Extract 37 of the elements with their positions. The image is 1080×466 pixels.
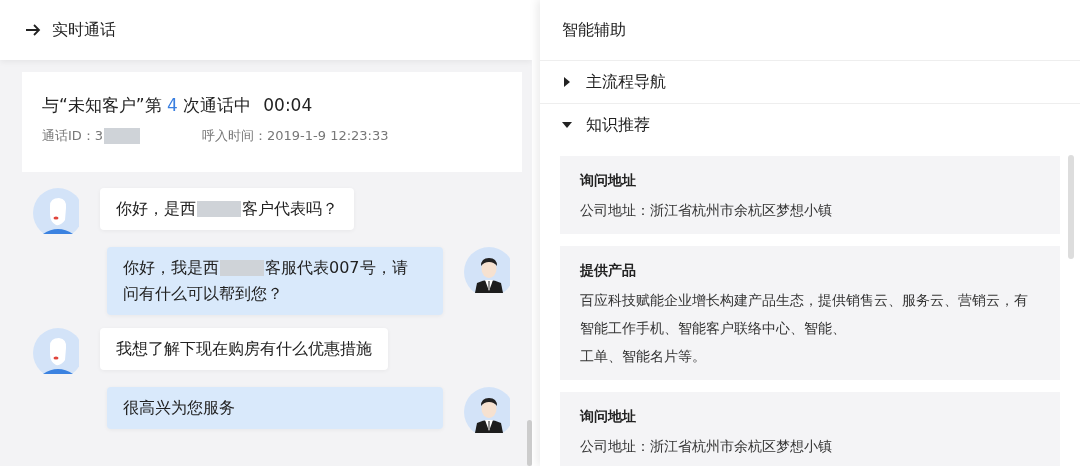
customer-avatar <box>33 328 79 374</box>
agent-avatar <box>464 387 510 433</box>
customer-avatar <box>33 188 79 234</box>
incoming-time: 呼入时间：2019-1-9 12:23:33 <box>202 127 389 145</box>
message-text: 你好，是西 <box>116 198 196 220</box>
panel-title: 实时通话 <box>52 19 116 41</box>
card-title: 询问地址 <box>580 171 637 190</box>
scrollbar-thumb[interactable] <box>527 420 532 466</box>
message-text: 客户代表吗？ <box>242 198 338 220</box>
call-duration: 00:04 <box>263 95 313 115</box>
section-header[interactable]: 知识推荐 <box>540 104 1080 146</box>
message-text: 我想了解下现在购房有什么优惠措施 <box>116 338 372 360</box>
message-text: 问有什么可以帮到您？ <box>123 283 283 305</box>
scrollbar-thumb[interactable] <box>1068 155 1074 259</box>
card-title: 提供产品 <box>580 261 637 280</box>
message-text: 你好，我是西 <box>123 257 219 279</box>
knowledge-card[interactable]: 询问地址 公司地址：浙江省杭州市余杭区梦想小镇 <box>560 156 1060 234</box>
section-title: 主流程导航 <box>586 71 666 93</box>
redaction-block <box>197 201 241 217</box>
message-text: 很高兴为您服务 <box>123 397 235 419</box>
call-status-text: 与“未知客户”第 4 次通话中 <box>42 94 252 117</box>
knowledge-card[interactable]: 提供产品 百应科技赋能企业增长构建产品生态，提供销售云、服务云、营销云，有智能工作手机、智能客户联络中心、智能、 工单、智能名片等。 <box>560 246 1060 380</box>
panel-title: 智能辅助 <box>562 19 626 41</box>
caret-icon <box>562 120 572 130</box>
card-text: 工单、智能名片等。 <box>580 347 707 366</box>
card-text: 公司地址：浙江省杭州市余杭区梦想小镇 <box>580 437 833 456</box>
caret-icon <box>562 77 572 87</box>
card-text: 公司地址：浙江省杭州市余杭区梦想小镇 <box>580 201 833 220</box>
card-title: 询问地址 <box>580 407 637 426</box>
call-id: 通话ID：3 <box>42 127 104 145</box>
knowledge-card[interactable]: 询问地址 公司地址：浙江省杭州市余杭区梦想小镇 <box>560 392 1060 466</box>
section-title: 知识推荐 <box>586 114 650 136</box>
card-text: 百应科技赋能企业增长构建产品生态，提供销售云、服务云、营销云，有智能工作手机、智能客户联络中心、智能、 <box>580 291 1029 338</box>
section-header[interactable]: 主流程导航 <box>540 61 1080 103</box>
agent-avatar <box>464 247 510 293</box>
redaction-block <box>220 260 264 276</box>
message-text: 客服代表007号，请 <box>265 257 408 279</box>
